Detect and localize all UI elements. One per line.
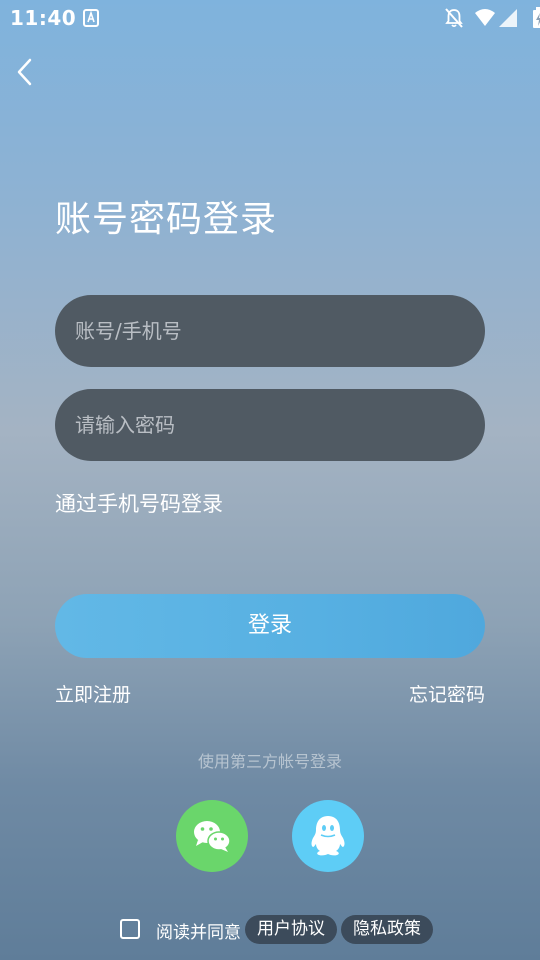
qq-login-button[interactable] [292, 800, 364, 872]
font-a-icon [83, 9, 99, 27]
agree-checkbox[interactable] [120, 919, 140, 939]
account-field[interactable] [55, 295, 485, 367]
phone-login-link[interactable]: 通过手机号码登录 [55, 488, 223, 518]
password-field[interactable] [55, 389, 485, 461]
back-button[interactable] [8, 52, 42, 92]
status-time: 11:40 [10, 6, 77, 30]
status-bar: 11:40 [0, 0, 540, 36]
agree-text: 阅读并同意 [156, 923, 241, 943]
chevron-left-icon [8, 58, 42, 96]
password-input[interactable] [75, 389, 465, 461]
page-title: 账号密码登录 [55, 199, 278, 240]
account-input[interactable] [75, 295, 465, 367]
register-link[interactable]: 立即注册 [55, 680, 131, 707]
privacy-policy-link[interactable]: 隐私政策 [341, 915, 433, 944]
third-party-login-label: 使用第三方帐号登录 [197, 752, 342, 771]
login-button[interactable]: 登录 [55, 594, 485, 658]
wechat-login-button[interactable] [176, 800, 248, 872]
user-agreement-link[interactable]: 用户协议 [245, 915, 337, 944]
forgot-password-link[interactable]: 忘记密码 [409, 680, 485, 707]
